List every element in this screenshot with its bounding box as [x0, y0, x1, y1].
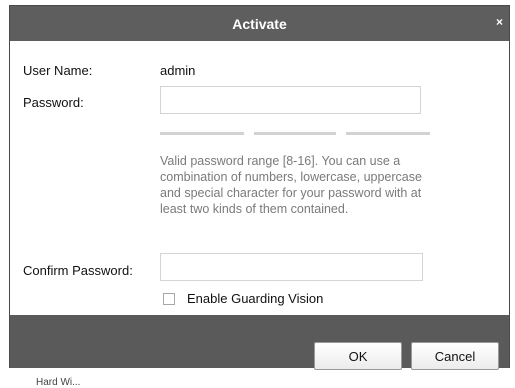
- strength-bar-medium: [254, 132, 336, 135]
- password-field[interactable]: [160, 86, 421, 114]
- guarding-vision-checkbox[interactable]: [163, 293, 175, 305]
- ok-button[interactable]: OK: [314, 342, 402, 370]
- dialog-title: Activate: [232, 15, 287, 32]
- cancel-button[interactable]: Cancel: [411, 342, 499, 370]
- strength-bar-weak: [160, 132, 244, 135]
- dialog-footer: OK Cancel: [10, 315, 509, 370]
- guarding-vision-label[interactable]: Enable Guarding Vision: [187, 291, 323, 306]
- activate-dialog: Activate × User Name: admin Password: Va…: [9, 5, 510, 370]
- password-label: Password:: [23, 95, 84, 110]
- strength-bar-strong: [346, 132, 430, 135]
- close-icon[interactable]: ×: [496, 16, 503, 28]
- confirm-password-label: Confirm Password:: [23, 263, 133, 278]
- password-hint: Valid password range [8-16]. You can use…: [160, 154, 422, 216]
- user-name-value: admin: [160, 63, 196, 78]
- user-name-label: User Name:: [23, 63, 93, 78]
- background-text-fragment: Hard Wi...: [36, 377, 81, 388]
- confirm-password-field[interactable]: [160, 253, 423, 281]
- dialog-titlebar: Activate ×: [10, 6, 509, 41]
